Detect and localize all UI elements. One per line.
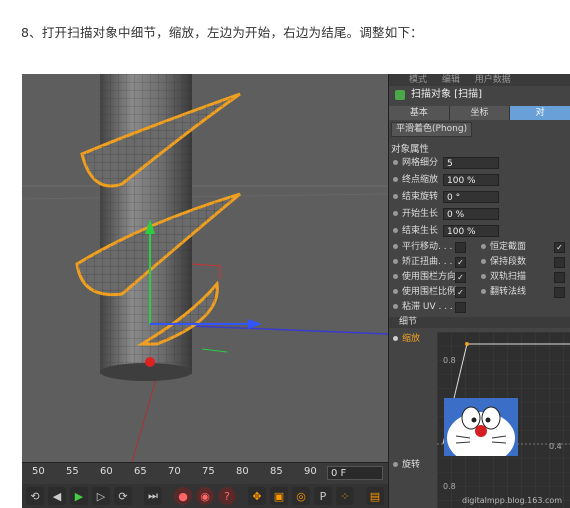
grid-points-icon[interactable]: ⁘ xyxy=(336,487,354,505)
current-frame-field[interactable]: 0 F xyxy=(327,466,383,480)
rail-direction-checkbox[interactable]: ✓ xyxy=(455,272,466,283)
timeline-tick-label: 75 xyxy=(202,466,215,477)
prop-start-growth: 开始生长 xyxy=(393,207,438,221)
doraemon-face-icon xyxy=(447,406,515,456)
scale-curve-label: 缩放 xyxy=(393,332,420,346)
end-rotation-field[interactable]: 0 ° xyxy=(443,191,499,203)
rail-scale-checkbox[interactable]: ✓ xyxy=(455,287,466,298)
menu-edit[interactable]: 编辑 xyxy=(442,75,460,85)
object-title-text: 扫描对象 [扫描] xyxy=(411,89,482,100)
keep-segments-checkbox[interactable] xyxy=(554,257,565,268)
mesh-subdiv-field[interactable]: 5 xyxy=(443,157,499,169)
doraemon-thumbnail xyxy=(444,398,518,456)
banking-checkbox[interactable]: ✓ xyxy=(455,257,466,268)
check-flip-normals[interactable]: 翻转法线 xyxy=(481,285,526,299)
check-2-rail[interactable]: 双轨扫描 xyxy=(481,270,526,284)
check-banking[interactable]: 矫正扭曲. . . xyxy=(393,255,452,269)
tab-coord[interactable]: 坐标 xyxy=(449,106,511,120)
timeline-tick-label: 70 xyxy=(168,466,181,477)
graph-value-label: 0.4 xyxy=(549,442,562,451)
check-rail-scale[interactable]: 使用围栏比例 xyxy=(393,285,456,299)
move-tool-icon[interactable]: ✥ xyxy=(248,487,266,505)
prop-end-rotation: 结束旋转 xyxy=(393,190,438,204)
menu-mode[interactable]: 模式 xyxy=(409,75,427,85)
tab-object[interactable]: 对 xyxy=(510,106,570,120)
film-icon[interactable]: ▤ xyxy=(366,487,384,505)
check-constant-cross[interactable]: 恒定截面 xyxy=(481,240,526,254)
watermark: digitalmpp.blog.163.com xyxy=(462,496,563,505)
timeline-tick-label: 60 xyxy=(100,466,113,477)
instruction-text: 8、打开扫描对象中细节，缩放，左边为开始，右边为结尾。调整如下： xyxy=(21,25,423,40)
object-title: 扫描对象 [扫描] xyxy=(389,86,570,104)
section-title: 对象属性 xyxy=(391,144,430,155)
rotate-tool-icon[interactable]: ◎ xyxy=(292,487,310,505)
check-parallel[interactable]: 平行移动. . . . xyxy=(393,240,458,254)
step-forward-icon[interactable]: ▷ xyxy=(92,487,110,505)
playback-controls: ⟲ ◀ ▶ ▷ ⟳ ⏭ ● ◉ ? ✥ ▣ ◎ P ⁘ ▤ xyxy=(22,484,388,508)
play-icon[interactable]: ▶ xyxy=(70,487,88,505)
goto-start-icon[interactable]: ⟲ xyxy=(26,487,44,505)
screw-scene xyxy=(22,74,388,462)
parallel-checkbox[interactable] xyxy=(455,242,466,253)
prop-end-scale: 终点缩放 xyxy=(393,173,438,187)
graph-value-label: 0.8 xyxy=(443,482,456,491)
check-rail-direction[interactable]: 使用围栏方向 xyxy=(393,270,456,284)
stick-uv-checkbox[interactable] xyxy=(455,302,466,313)
scale-tool-icon[interactable]: ▣ xyxy=(270,487,288,505)
autokey-icon[interactable]: ◉ xyxy=(196,487,214,505)
timeline-tick-label: 65 xyxy=(134,466,147,477)
tab-basic[interactable]: 基本 xyxy=(389,106,450,120)
timeline-tick-label: 85 xyxy=(270,466,283,477)
keyframe-help-icon[interactable]: ? xyxy=(218,487,236,505)
loop-icon[interactable]: ⟳ xyxy=(114,487,132,505)
timeline-tick-label: 50 xyxy=(32,466,45,477)
attribute-tabs: 基本 坐标 对 xyxy=(389,106,570,120)
attribute-menubar: 模式 编辑 用户数据 xyxy=(389,74,570,86)
timeline-ruler[interactable]: 50 55 60 65 70 75 80 85 90 0 F xyxy=(22,462,388,485)
rotate-curve-label: 旋转 xyxy=(393,458,420,472)
timeline-tick-label: 80 xyxy=(236,466,249,477)
flip-normals-checkbox[interactable] xyxy=(554,287,565,298)
constant-cross-checkbox[interactable]: ✓ xyxy=(554,242,565,253)
prop-mesh-subdiv: 网格细分 xyxy=(393,156,438,170)
graph-value-label: 0.8 xyxy=(443,356,456,365)
record-icon[interactable]: ● xyxy=(174,487,192,505)
start-growth-field[interactable]: 0 % xyxy=(443,208,499,220)
timeline-tick-label: 90 xyxy=(304,466,317,477)
prop-end-growth: 结束生长 xyxy=(393,224,438,238)
sweep-object-icon xyxy=(395,90,405,100)
two-rail-checkbox[interactable] xyxy=(554,272,565,283)
check-keep-segments[interactable]: 保持段数 xyxy=(481,255,526,269)
frame-ruler[interactable]: 50 55 60 65 70 75 80 85 90 xyxy=(22,463,322,485)
timeline-tick-label: 55 xyxy=(66,466,79,477)
menu-userdata[interactable]: 用户数据 xyxy=(475,75,511,85)
param-icon[interactable]: P xyxy=(314,487,332,505)
detail-section-header[interactable]: 细节 xyxy=(389,317,570,328)
check-stick-uv[interactable]: 粘滞 UV . . . . xyxy=(393,300,459,314)
end-growth-field[interactable]: 100 % xyxy=(443,225,499,237)
end-scale-field[interactable]: 100 % xyxy=(443,174,499,186)
3d-viewport[interactable] xyxy=(22,74,388,462)
step-back-icon[interactable]: ◀ xyxy=(48,487,66,505)
tab-phong[interactable]: 平滑着色(Phong) xyxy=(391,122,473,137)
goto-end-icon[interactable]: ⏭ xyxy=(144,487,162,505)
